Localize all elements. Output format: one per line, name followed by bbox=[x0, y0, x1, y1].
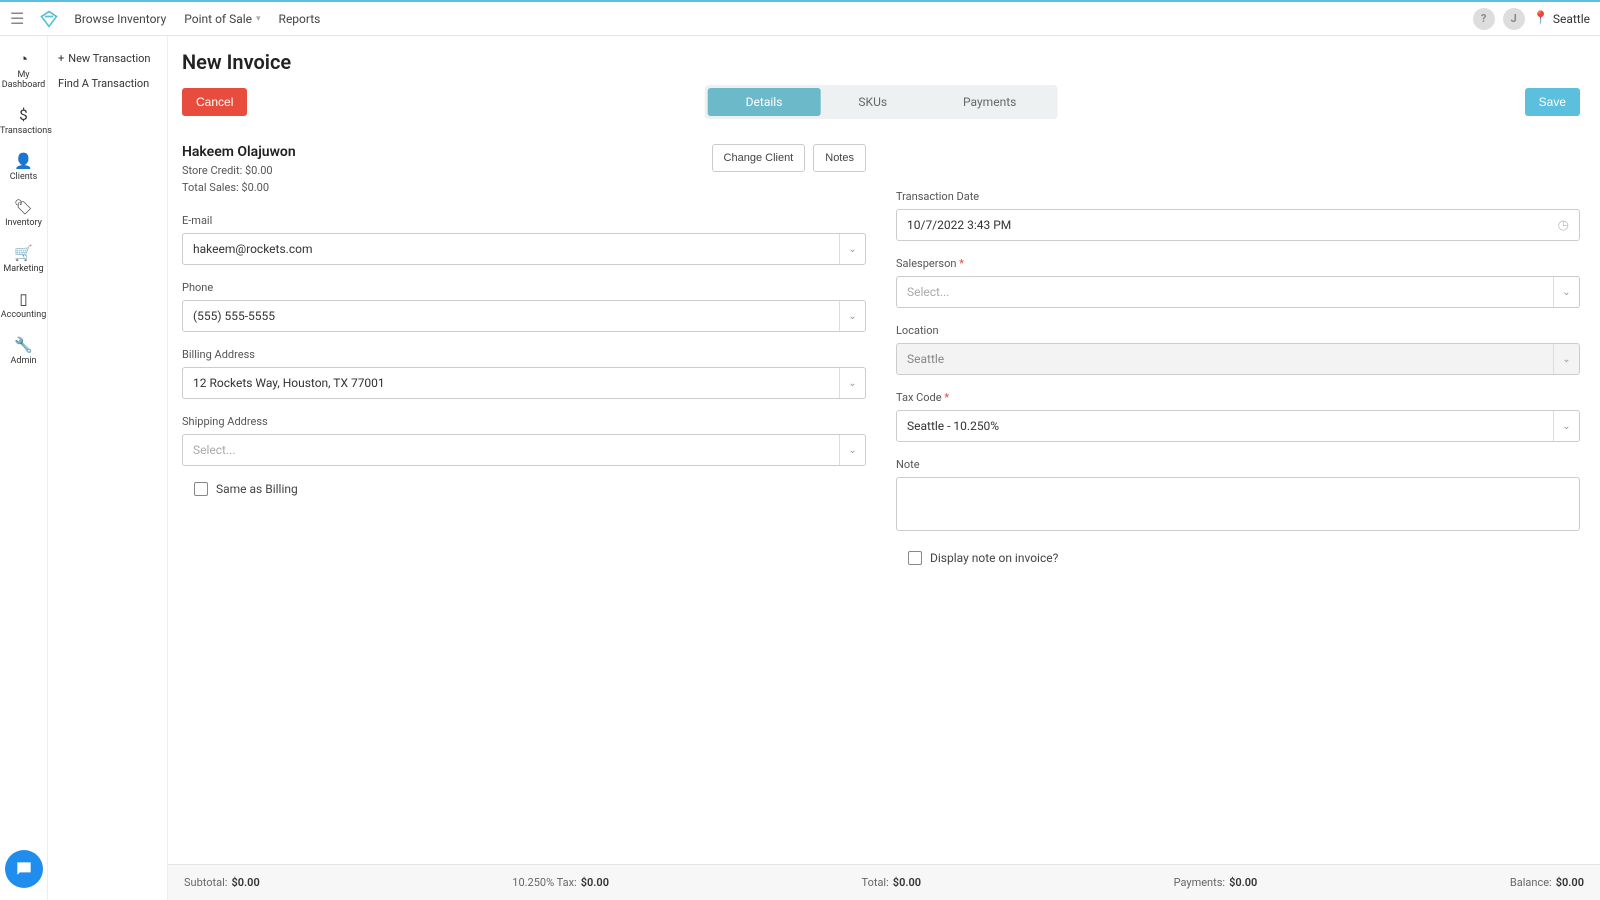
transaction-date-input[interactable]: 10/7/2022 3:43 PM ◷ bbox=[896, 209, 1580, 241]
footer-totals: Subtotal: $0.00 10.250% Tax: $0.00 Total… bbox=[168, 864, 1600, 900]
display-note-checkbox[interactable] bbox=[908, 551, 922, 565]
notes-button[interactable]: Notes bbox=[813, 144, 866, 172]
sub-sidebar: +New Transaction Find A Transaction bbox=[48, 36, 168, 900]
dashboard-icon: ◔ bbox=[0, 50, 47, 68]
save-button[interactable]: Save bbox=[1525, 88, 1580, 116]
total-value: $0.00 bbox=[893, 876, 921, 889]
nav-browse-inventory[interactable]: Browse Inventory bbox=[74, 12, 166, 26]
client-name: Hakeem Olajuwon bbox=[182, 144, 296, 160]
chevron-down-icon: ⌄ bbox=[839, 435, 865, 465]
tax-code-select[interactable]: Seattle - 10.250% ⌄ bbox=[896, 410, 1580, 442]
clients-icon: 👤 bbox=[0, 152, 47, 170]
tax-total-label: 10.250% Tax: bbox=[512, 876, 576, 889]
logo-icon[interactable] bbox=[38, 8, 60, 30]
tax-total-value: $0.00 bbox=[581, 876, 609, 889]
chat-launcher[interactable] bbox=[5, 850, 43, 888]
user-avatar[interactable]: J bbox=[1503, 8, 1525, 30]
tab-details[interactable]: Details bbox=[708, 88, 821, 116]
shipping-select[interactable]: Select... ⌄ bbox=[182, 434, 866, 466]
sidebar-item-admin[interactable]: 🔧Admin bbox=[0, 330, 47, 376]
chevron-down-icon: ⌄ bbox=[1553, 277, 1579, 307]
chevron-down-icon: ⌄ bbox=[1553, 411, 1579, 441]
icon-sidebar: ◔My Dashboard $Transactions 👤Clients 🏷In… bbox=[0, 36, 48, 900]
transactions-icon: $ bbox=[0, 106, 47, 124]
subtotal-value: $0.00 bbox=[231, 876, 259, 889]
chevron-down-icon: ⌄ bbox=[839, 301, 865, 331]
tab-skus[interactable]: SKUs bbox=[820, 88, 925, 116]
balance-label: Balance: bbox=[1510, 876, 1552, 889]
email-select[interactable]: hakeem@rockets.com ⌄ bbox=[182, 233, 866, 265]
shipping-label: Shipping Address bbox=[182, 415, 866, 428]
cart-icon: 🛒 bbox=[0, 244, 47, 262]
chevron-down-icon: ▾ bbox=[256, 14, 261, 24]
top-bar: ☰ Browse Inventory Point of Sale ▾ Repor… bbox=[0, 0, 1600, 36]
note-textarea[interactable] bbox=[896, 477, 1580, 531]
sidebar-item-clients[interactable]: 👤Clients bbox=[0, 146, 47, 192]
page-title: New Invoice bbox=[182, 50, 291, 74]
ledger-icon: ▯ bbox=[0, 290, 47, 308]
billing-select[interactable]: 12 Rockets Way, Houston, TX 77001 ⌄ bbox=[182, 367, 866, 399]
balance-value: $0.00 bbox=[1556, 876, 1584, 889]
chevron-down-icon: ⌄ bbox=[1553, 344, 1579, 374]
billing-label: Billing Address bbox=[182, 348, 866, 361]
client-total-sales: Total Sales: $0.00 bbox=[182, 180, 296, 197]
nav-point-of-sale[interactable]: Point of Sale ▾ bbox=[184, 12, 260, 26]
hamburger-icon[interactable]: ☰ bbox=[10, 9, 24, 28]
sidebar-item-transactions[interactable]: $Transactions bbox=[0, 100, 47, 146]
same-as-billing-label: Same as Billing bbox=[216, 482, 298, 496]
segment-tabs: Details SKUs Payments bbox=[705, 85, 1058, 119]
location-label: Location bbox=[896, 324, 1580, 337]
plus-icon: + bbox=[58, 52, 64, 65]
same-as-billing-checkbox[interactable] bbox=[194, 482, 208, 496]
clock-icon: ◷ bbox=[1558, 218, 1569, 233]
payments-value: $0.00 bbox=[1229, 876, 1257, 889]
nav-reports[interactable]: Reports bbox=[279, 12, 321, 26]
sidebar-item-dashboard[interactable]: ◔My Dashboard bbox=[0, 44, 47, 100]
total-label: Total: bbox=[862, 876, 889, 889]
salesperson-select[interactable]: Select... ⌄ bbox=[896, 276, 1580, 308]
salesperson-label: Salesperson * bbox=[896, 257, 1580, 270]
tax-code-label: Tax Code * bbox=[896, 391, 1580, 404]
note-label: Note bbox=[896, 458, 1580, 471]
cancel-button[interactable]: Cancel bbox=[182, 88, 247, 116]
phone-label: Phone bbox=[182, 281, 866, 294]
phone-select[interactable]: (555) 555-5555 ⌄ bbox=[182, 300, 866, 332]
sidebar-item-marketing[interactable]: 🛒Marketing bbox=[0, 238, 47, 284]
chevron-down-icon: ⌄ bbox=[839, 234, 865, 264]
email-label: E-mail bbox=[182, 214, 866, 227]
payments-label: Payments: bbox=[1174, 876, 1225, 889]
tab-payments[interactable]: Payments bbox=[925, 88, 1054, 116]
sub-new-transaction[interactable]: +New Transaction bbox=[56, 46, 159, 71]
subtotal-label: Subtotal: bbox=[184, 876, 227, 889]
tag-icon: 🏷 bbox=[0, 198, 47, 216]
transaction-date-label: Transaction Date bbox=[896, 190, 1580, 203]
pin-icon: 📍 bbox=[1533, 11, 1549, 26]
location-selector[interactable]: 📍 Seattle bbox=[1533, 11, 1590, 26]
client-store-credit: Store Credit: $0.00 bbox=[182, 163, 296, 180]
display-note-label: Display note on invoice? bbox=[930, 551, 1058, 565]
sidebar-item-accounting[interactable]: ▯Accounting bbox=[0, 284, 47, 330]
sub-find-transaction[interactable]: Find A Transaction bbox=[56, 71, 159, 96]
wrench-icon: 🔧 bbox=[0, 336, 47, 354]
change-client-button[interactable]: Change Client bbox=[712, 144, 806, 172]
chevron-down-icon: ⌄ bbox=[839, 368, 865, 398]
location-select: Seattle ⌄ bbox=[896, 343, 1580, 375]
help-button[interactable]: ? bbox=[1473, 8, 1495, 30]
sidebar-item-inventory[interactable]: 🏷Inventory bbox=[0, 192, 47, 238]
